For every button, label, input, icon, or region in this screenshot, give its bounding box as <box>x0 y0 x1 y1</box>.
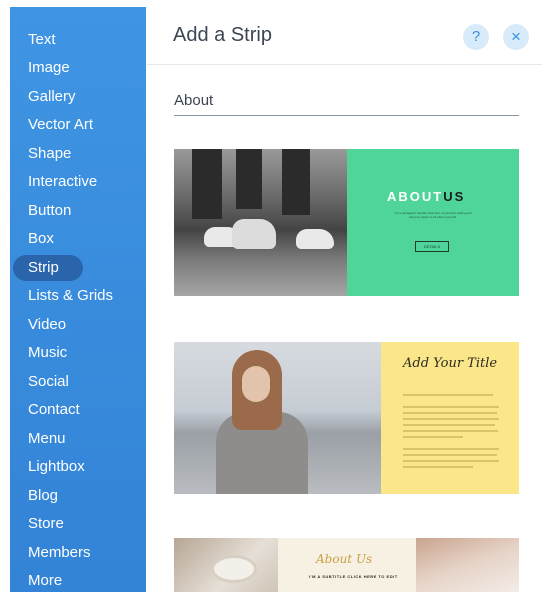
face-shape <box>242 366 270 402</box>
close-button[interactable]: × <box>503 24 529 50</box>
sidebar-item-interactive[interactable]: Interactive <box>10 168 146 196</box>
header-divider <box>147 64 542 65</box>
sidebar-item-label: Shape <box>28 145 72 162</box>
text-line <box>403 424 495 426</box>
sidebar-item-vector-art[interactable]: Vector Art <box>10 111 146 139</box>
sidebar: Text Image Gallery Vector Art Shape Inte… <box>10 7 146 592</box>
sneaker-shape <box>232 219 276 249</box>
sidebar-item-label: Strip <box>28 259 59 276</box>
sidebar-item-strip[interactable]: Strip <box>10 254 146 282</box>
sidebar-item-shape[interactable]: Shape <box>10 140 146 168</box>
text-line <box>403 466 473 468</box>
sidebar-item-gallery[interactable]: Gallery <box>10 83 146 111</box>
sidebar-item-social[interactable]: Social <box>10 368 146 396</box>
sidebar-item-label: Button <box>28 202 72 219</box>
strip-script-title: About Us <box>316 552 373 566</box>
sidebar-item-store[interactable]: Store <box>10 510 146 538</box>
strip-text-panel: Add Your Title <box>381 342 519 494</box>
sidebar-item-label: Vector Art <box>28 116 94 133</box>
sidebar-item-lightbox[interactable]: Lightbox <box>10 453 146 481</box>
strip-heading: ABOUTUS <box>387 189 465 204</box>
text-line <box>403 406 499 408</box>
section-divider <box>174 115 519 116</box>
sidebar-item-box[interactable]: Box <box>10 225 146 253</box>
strip-text-panel: About Us I'M A SUBTITLE CLICK HERE TO ED… <box>278 538 416 592</box>
sidebar-item-label: More <box>28 572 63 589</box>
legs-shape <box>282 149 310 215</box>
sidebar-item-blog[interactable]: Blog <box>10 482 146 510</box>
sidebar-item-label: Music <box>28 344 68 361</box>
strip-thumbnail-about-us-2[interactable]: About Us I'M A SUBTITLE CLICK HERE TO ED… <box>174 538 519 592</box>
strip-thumbnail-add-your-title[interactable]: Add Your Title <box>174 342 519 494</box>
sidebar-item-members[interactable]: Members <box>10 539 146 567</box>
sidebar-item-label: Social <box>28 373 69 390</box>
sidebar-item-label: Text <box>28 31 56 48</box>
strip-thumbnail-about-us[interactable]: ABOUTUS I'm a paragraph. Double click he… <box>174 149 519 296</box>
strip-subtitle: I'M A SUBTITLE CLICK HERE TO EDIT <box>309 574 398 579</box>
sidebar-item-label: Lists & Grids <box>28 287 114 304</box>
text-line <box>403 460 499 462</box>
heading-dark: US <box>443 189 466 204</box>
sidebar-item-text[interactable]: Text <box>10 26 146 54</box>
sidebar-item-label: Gallery <box>28 88 76 105</box>
sidebar-item-menu[interactable]: Menu <box>10 425 146 453</box>
sidebar-item-label: Image <box>28 59 70 76</box>
sidebar-item-label: Interactive <box>28 173 98 190</box>
sidebar-item-label: Store <box>28 515 64 532</box>
sidebar-item-image[interactable]: Image <box>10 54 146 82</box>
section-label: About <box>174 92 214 109</box>
close-icon: × <box>511 27 521 46</box>
heading-light: ABOUT <box>387 189 444 204</box>
text-line <box>403 418 499 420</box>
strip-paragraph: I'm a paragraph. Double click here or ju… <box>394 211 472 219</box>
strip-image-food <box>174 538 278 592</box>
sidebar-item-label: Contact <box>28 401 80 418</box>
question-icon: ? <box>471 28 481 45</box>
strip-button: DETAILS <box>415 241 449 252</box>
plate-shape <box>214 558 254 580</box>
sidebar-item-label: Menu <box>28 430 66 447</box>
sidebar-item-label: Lightbox <box>28 458 85 475</box>
legs-shape <box>236 149 262 209</box>
panel-title: Add a Strip <box>173 24 272 46</box>
sidebar-item-label: Video <box>28 316 67 333</box>
text-line <box>403 412 497 414</box>
text-line <box>403 448 499 450</box>
text-line <box>403 394 493 396</box>
sidebar-item-video[interactable]: Video <box>10 311 146 339</box>
text-line <box>403 454 497 456</box>
sidebar-item-label: Members <box>28 544 91 561</box>
sidebar-item-label: Blog <box>28 487 59 504</box>
legs-shape <box>192 149 222 219</box>
strip-text-panel: ABOUTUS I'm a paragraph. Double click he… <box>347 149 519 296</box>
strip-image-woman <box>174 342 381 494</box>
sidebar-item-label: Box <box>28 230 54 247</box>
sneaker-shape <box>296 229 334 249</box>
sidebar-item-contact[interactable]: Contact <box>10 396 146 424</box>
text-line <box>403 430 498 432</box>
strip-title: Add Your Title <box>403 356 498 371</box>
sidebar-item-lists-grids[interactable]: Lists & Grids <box>10 282 146 310</box>
sidebar-item-more[interactable]: More <box>10 567 146 592</box>
text-line <box>403 436 463 438</box>
sidebar-item-button[interactable]: Button <box>10 197 146 225</box>
sidebar-item-music[interactable]: Music <box>10 339 146 367</box>
strip-image-sneakers <box>174 149 347 296</box>
help-button[interactable]: ? <box>463 24 489 50</box>
strip-image-hand <box>416 538 519 592</box>
add-panel: Text Image Gallery Vector Art Shape Inte… <box>0 0 542 592</box>
